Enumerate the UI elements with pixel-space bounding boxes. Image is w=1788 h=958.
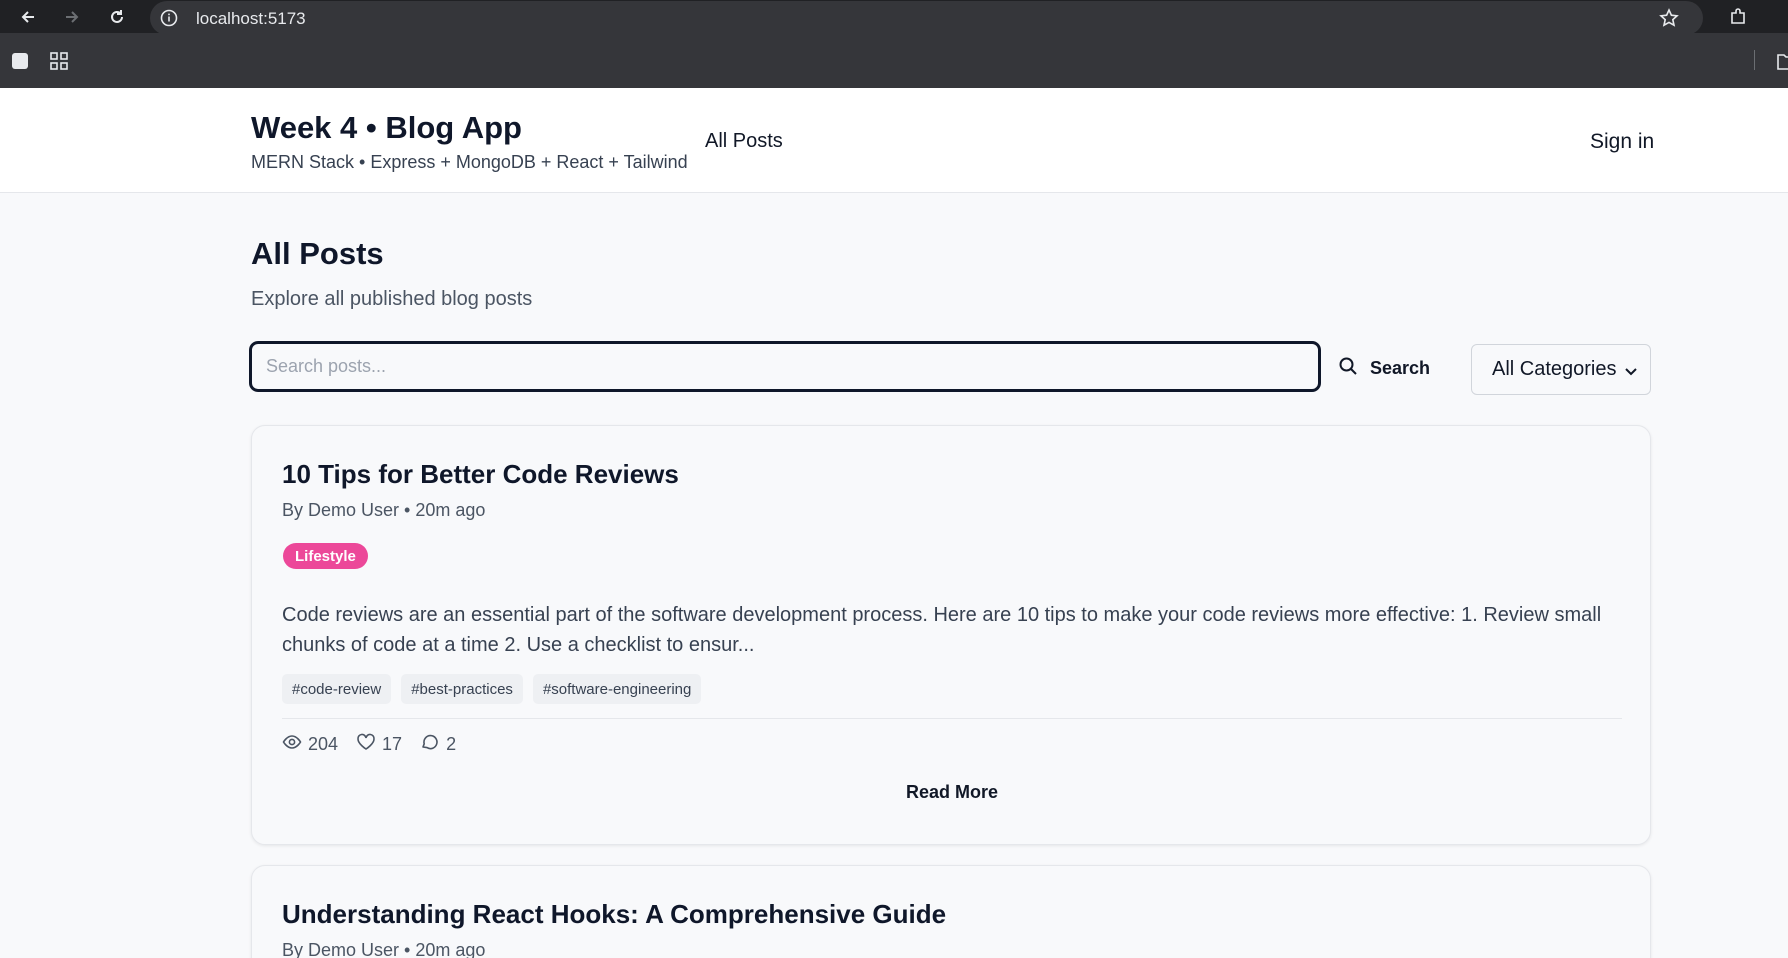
address-bar[interactable]: localhost:5173 <box>150 1 1703 35</box>
nav-all-posts-link[interactable]: All Posts <box>705 130 783 153</box>
tag[interactable]: #code-review <box>282 674 392 704</box>
site-info-icon[interactable] <box>160 9 178 32</box>
comments-stat[interactable]: 2 <box>420 732 456 757</box>
category-select-value: All Categories <box>1492 358 1617 380</box>
browser-toolbar: localhost:5173 <box>0 0 1788 35</box>
post-title[interactable]: Understanding React Hooks: A Comprehensi… <box>282 899 946 930</box>
bookmark-star-icon[interactable] <box>1659 8 1679 33</box>
post-meta: By Demo User • 20m ago <box>282 940 486 958</box>
brand-title[interactable]: Week 4 • Blog App <box>251 110 522 146</box>
url-text: localhost:5173 <box>196 9 306 28</box>
brand-subtitle: MERN Stack • Express + MongoDB + React +… <box>251 152 688 172</box>
post-excerpt: Code reviews are an essential part of th… <box>282 604 1602 656</box>
search-icon <box>1338 356 1358 381</box>
page-subtitle: Explore all published blog posts <box>251 288 533 310</box>
category-badge: Lifestyle <box>283 543 368 569</box>
page-title: All Posts <box>251 236 384 271</box>
tab-group-icon[interactable] <box>10 51 30 76</box>
views-stat: 204 <box>282 732 338 757</box>
heart-icon <box>356 732 376 757</box>
folder-icon[interactable] <box>1777 51 1788 76</box>
post-card: Understanding React Hooks: A Comprehensi… <box>251 865 1651 958</box>
category-select[interactable]: All Categories <box>1471 344 1651 395</box>
search-button-label: Search <box>1370 357 1431 378</box>
likes-stat[interactable]: 17 <box>356 732 402 757</box>
comments-count: 2 <box>446 734 457 754</box>
search-button[interactable]: Search <box>1338 349 1430 387</box>
chevron-down-icon <box>1624 362 1638 385</box>
tag[interactable]: #software-engineering <box>532 674 702 704</box>
card-divider <box>282 718 1622 719</box>
bookmarks-divider <box>1754 50 1755 70</box>
eye-icon <box>282 732 302 757</box>
post-meta: By Demo User • 20m ago <box>282 500 486 520</box>
comment-icon <box>420 732 440 757</box>
apps-grid-icon[interactable] <box>49 51 69 76</box>
forward-icon[interactable] <box>59 4 85 30</box>
likes-count: 17 <box>382 734 403 754</box>
sign-in-link[interactable]: Sign in <box>1590 130 1654 154</box>
post-card: 10 Tips for Better Code Reviews By Demo … <box>251 425 1651 845</box>
back-icon[interactable] <box>15 4 41 30</box>
bookmarks-bar <box>0 33 1788 88</box>
tag-list: #code-review #best-practices #software-e… <box>282 674 702 704</box>
search-input[interactable] <box>249 341 1321 392</box>
post-title[interactable]: 10 Tips for Better Code Reviews <box>282 459 679 490</box>
reload-icon[interactable] <box>104 4 130 30</box>
tag[interactable]: #best-practices <box>401 674 523 704</box>
read-more-button[interactable]: Read More <box>252 782 1652 803</box>
extensions-icon[interactable] <box>1725 4 1751 30</box>
site-header: Week 4 • Blog App MERN Stack • Express +… <box>0 88 1788 193</box>
views-count: 204 <box>308 734 339 754</box>
post-stats: 204 17 2 <box>282 732 456 757</box>
